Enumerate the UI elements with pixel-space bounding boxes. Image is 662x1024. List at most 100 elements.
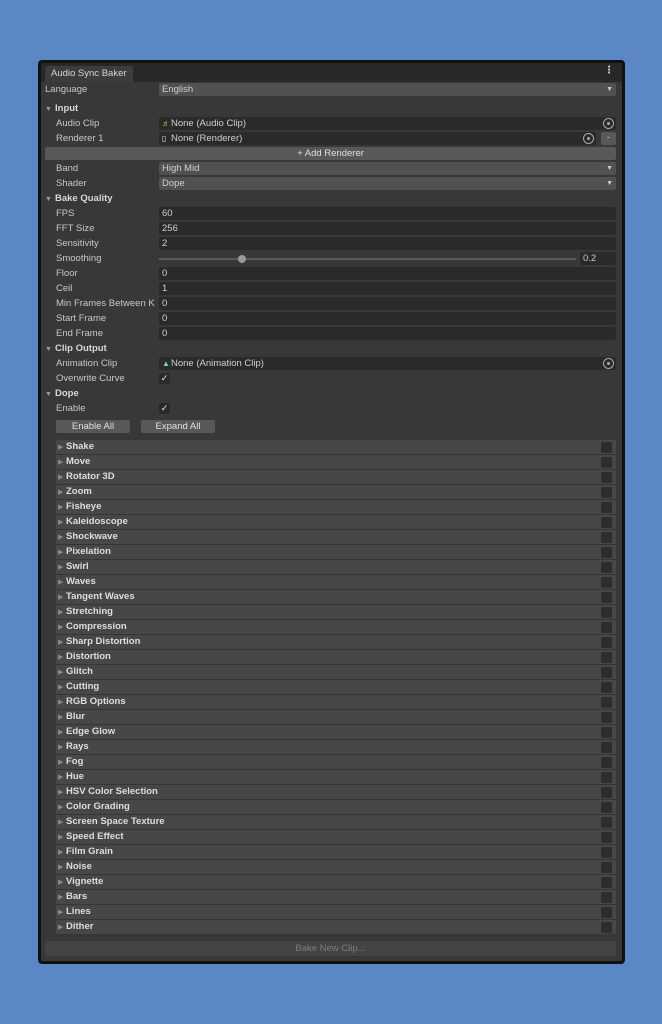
effect-enable-checkbox[interactable] [601,726,612,738]
smoothing-slider[interactable] [159,254,576,263]
clip-output-foldout[interactable]: ▼ Clip Output [45,341,107,357]
effect-item[interactable]: ▶ RGB Options [56,694,616,710]
add-renderer-button[interactable]: + Add Renderer [45,146,616,160]
tab-audio-sync-baker[interactable]: Audio Sync Baker [45,66,133,82]
effect-item[interactable]: ▶ Lines [56,904,616,920]
effect-enable-checkbox[interactable] [601,801,612,813]
effect-item[interactable]: ▶ Stretching [56,604,616,620]
effect-item[interactable]: ▶ Glitch [56,664,616,680]
bake-new-clip-button[interactable]: Bake New Clip... [45,941,616,956]
effect-item[interactable]: ▶ Rays [56,739,616,755]
effect-enable-checkbox[interactable] [601,786,612,798]
remove-renderer-button[interactable]: - [601,131,616,145]
effect-enable-checkbox[interactable] [601,921,612,933]
effect-item[interactable]: ▶ Distortion [56,649,616,665]
effect-item[interactable]: ▶ Rotator 3D [56,469,616,485]
effect-item[interactable]: ▶ Hue [56,769,616,785]
effect-item[interactable]: ▶ Shockwave [56,529,616,545]
effect-item[interactable]: ▶ Dither [56,919,616,935]
floor-input[interactable]: 0 [159,266,616,280]
object-picker-icon[interactable] [603,117,614,129]
band-dropdown[interactable]: High Mid ▼ [159,161,616,175]
effect-item[interactable]: ▶ Zoom [56,484,616,500]
effect-item[interactable]: ▶ Cutting [56,679,616,695]
effect-enable-checkbox[interactable] [601,636,612,648]
effect-enable-checkbox[interactable] [601,861,612,873]
effect-item[interactable]: ▶ Swirl [56,559,616,575]
effect-item[interactable]: ▶ Kaleidoscope [56,514,616,530]
effect-enable-checkbox[interactable] [601,606,612,618]
end-frame-input[interactable]: 0 [159,326,616,340]
object-picker-icon[interactable] [583,132,594,144]
effect-enable-checkbox[interactable] [601,621,612,633]
effect-item[interactable]: ▶ Pixelation [56,544,616,560]
smoothing-input[interactable]: 0.2 [580,251,616,265]
effect-enable-checkbox[interactable] [601,741,612,753]
effect-enable-checkbox[interactable] [601,681,612,693]
effect-enable-checkbox[interactable] [601,576,612,588]
effect-enable-checkbox[interactable] [601,756,612,768]
effect-enable-checkbox[interactable] [601,501,612,513]
effect-enable-checkbox[interactable] [601,771,612,783]
effect-enable-checkbox[interactable] [601,816,612,828]
effect-item[interactable]: ▶ Fog [56,754,616,770]
effect-item[interactable]: ▶ Speed Effect [56,829,616,845]
effect-enable-checkbox[interactable] [601,891,612,903]
effect-item[interactable]: ▶ Tangent Waves [56,589,616,605]
effect-item[interactable]: ▶ Waves [56,574,616,590]
effect-item[interactable]: ▶ Screen Space Texture [56,814,616,830]
effect-item[interactable]: ▶ Sharp Distortion [56,634,616,650]
input-foldout[interactable]: ▼ Input [45,101,78,117]
effect-enable-checkbox[interactable] [601,906,612,918]
bake-quality-foldout[interactable]: ▼ Bake Quality [45,191,113,207]
enable-all-button[interactable]: Enable All [56,419,130,433]
effect-enable-checkbox[interactable] [601,696,612,708]
object-picker-icon[interactable] [603,357,614,369]
effect-enable-checkbox[interactable] [601,516,612,528]
sensitivity-input[interactable]: 2 [159,236,616,250]
fft-size-input[interactable]: 256 [159,221,616,235]
effect-item[interactable]: ▶ Fisheye [56,499,616,515]
fps-input[interactable]: 60 [159,206,616,220]
effect-enable-checkbox[interactable] [601,846,612,858]
effect-item[interactable]: ▶ Bars [56,889,616,905]
effect-enable-checkbox[interactable] [601,711,612,723]
renderer-1-field[interactable]: ▯ None (Renderer) [159,131,596,145]
effect-item[interactable]: ▶ Noise [56,859,616,875]
effect-enable-checkbox[interactable] [601,441,612,453]
effect-enable-checkbox[interactable] [601,471,612,483]
effect-item[interactable]: ▶ Vignette [56,874,616,890]
overwrite-curve-checkbox[interactable]: ✓ [159,372,170,384]
shader-dropdown[interactable]: Dope ▼ [159,176,616,190]
effect-item[interactable]: ▶ Edge Glow [56,724,616,740]
enable-checkbox[interactable]: ✓ [159,402,170,414]
audio-clip-field[interactable]: ♬None (Audio Clip) [159,116,616,130]
start-frame-input[interactable]: 0 [159,311,616,325]
effect-item[interactable]: ▶ Film Grain [56,844,616,860]
effect-enable-checkbox[interactable] [601,561,612,573]
effect-enable-checkbox[interactable] [601,876,612,888]
effect-enable-checkbox[interactable] [601,486,612,498]
effect-item[interactable]: ▶ Move [56,454,616,470]
effect-item[interactable]: ▶ Blur [56,709,616,725]
effect-enable-checkbox[interactable] [601,831,612,843]
effect-item[interactable]: ▶ Compression [56,619,616,635]
kebab-menu-icon[interactable]: ⋮ [604,65,614,76]
effect-enable-checkbox[interactable] [601,651,612,663]
effect-enable-checkbox[interactable] [601,456,612,468]
dope-foldout[interactable]: ▼ Dope [45,386,79,402]
animation-clip-field[interactable]: ▲None (Animation Clip) [159,356,616,370]
expand-all-button[interactable]: Expand All [141,419,215,433]
effect-enable-checkbox[interactable] [601,531,612,543]
slider-handle[interactable] [238,254,247,263]
effect-item[interactable]: ▶ HSV Color Selection [56,784,616,800]
effect-item[interactable]: ▶ Shake [56,439,616,455]
min-frames-input[interactable]: 0 [159,296,616,310]
language-dropdown[interactable]: English ▼ [159,82,616,96]
effect-enable-checkbox[interactable] [601,546,612,558]
effect-item[interactable]: ▶ Color Grading [56,799,616,815]
fps-label: FPS [56,207,75,219]
ceil-input[interactable]: 1 [159,281,616,295]
effect-enable-checkbox[interactable] [601,591,612,603]
effect-enable-checkbox[interactable] [601,666,612,678]
